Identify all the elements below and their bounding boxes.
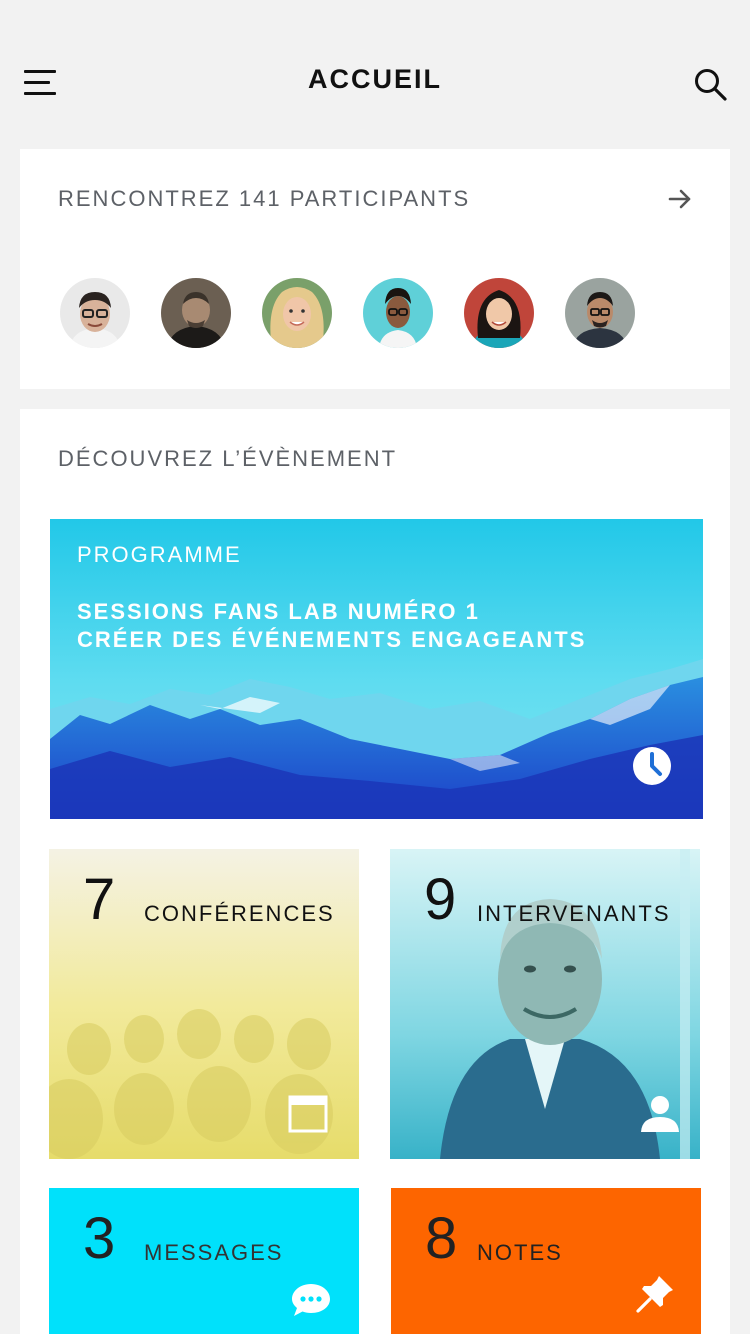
avatar[interactable]: [262, 278, 332, 348]
calendar-icon: [288, 1095, 328, 1138]
speakers-tile[interactable]: 9 INTERVENANTS: [390, 849, 700, 1159]
conferences-tile[interactable]: 7 CONFÉRENCES: [49, 849, 359, 1159]
clock-icon: [632, 746, 672, 786]
messages-count: 3: [83, 1206, 116, 1271]
programme-session-title: SESSIONS FANS LAB NUMÉRO 1: [77, 599, 480, 624]
messages-label: MESSAGES: [144, 1240, 284, 1265]
messages-tile[interactable]: 3 MESSAGES: [49, 1188, 359, 1334]
speakers-count: 9: [424, 867, 457, 932]
participants-avatar-list: [60, 278, 660, 348]
avatar[interactable]: [363, 278, 433, 348]
event-section-title: DÉCOUVREZ L’ÉVÈNEMENT: [58, 446, 398, 471]
arrow-right-icon[interactable]: [668, 187, 692, 211]
chat-bubble-icon: [291, 1282, 331, 1323]
notes-count: 8: [425, 1206, 458, 1271]
avatar[interactable]: [60, 278, 130, 348]
conferences-count: 7: [83, 867, 116, 932]
person-icon: [640, 1095, 680, 1138]
participants-card: [20, 149, 730, 389]
conferences-label: CONFÉRENCES: [144, 901, 335, 926]
page-title: ACCUEIL: [308, 64, 442, 94]
notes-label: NOTES: [477, 1240, 563, 1265]
top-bar: ACCUEIL: [0, 0, 750, 150]
notes-tile[interactable]: 8 NOTES: [391, 1188, 701, 1334]
search-icon[interactable]: [692, 66, 728, 102]
speakers-label: INTERVENANTS: [477, 901, 671, 926]
pin-icon: [635, 1274, 675, 1319]
avatar[interactable]: [464, 278, 534, 348]
avatar[interactable]: [161, 278, 231, 348]
programme-tile[interactable]: PROGRAMME SESSIONS FANS LAB NUMÉRO 1 CRÉ…: [50, 519, 703, 819]
participants-title: RENCONTREZ 141 PARTICIPANTS: [58, 186, 471, 211]
home-screen: ACCUEIL RENCONTREZ 141 PARTICIPANTS DÉCO…: [0, 0, 750, 1334]
programme-label: PROGRAMME: [77, 542, 242, 567]
avatar[interactable]: [565, 278, 635, 348]
programme-session-subtitle: CRÉER DES ÉVÉNEMENTS ENGAGEANTS: [77, 627, 587, 652]
